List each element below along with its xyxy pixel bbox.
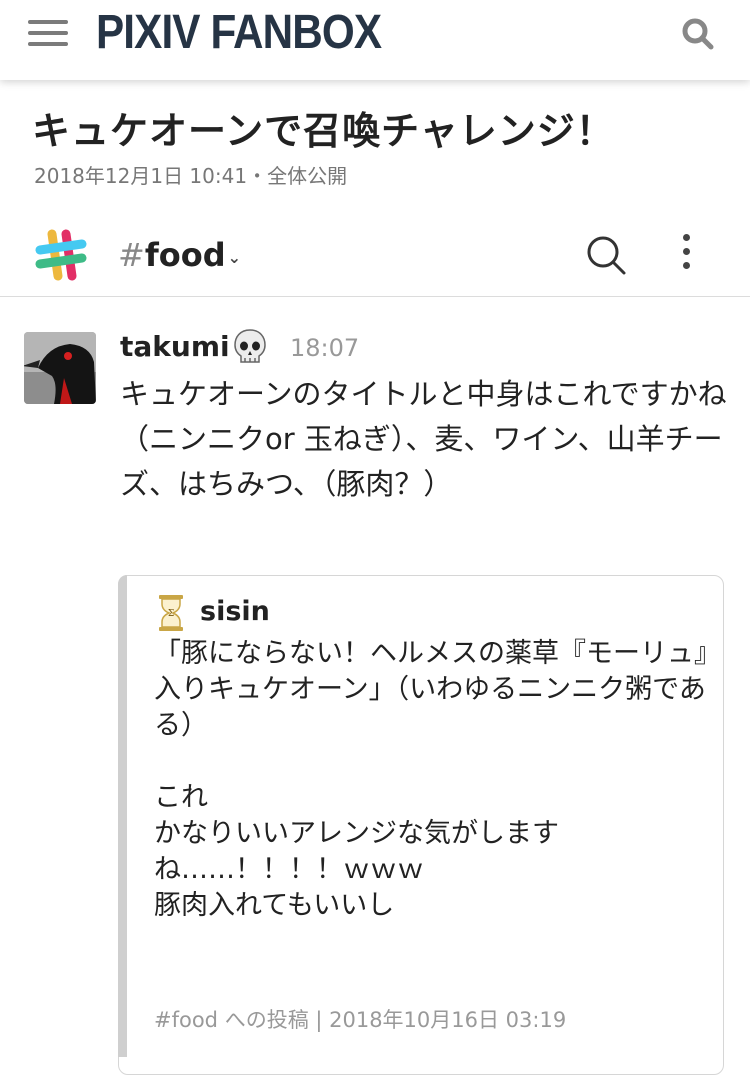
more-vertical-icon[interactable] [676, 234, 696, 276]
hourglass-avatar-icon: Σ [159, 595, 183, 631]
search-icon[interactable] [680, 16, 716, 52]
channel-hash: # [118, 236, 145, 274]
divider [0, 296, 750, 297]
message-text: キュケオーンのタイトルと中身はこれですかね （ニンニクor 玉ねぎ）、麦、ワイン… [120, 377, 727, 501]
shared-message-text: 「豚にならない！ヘルメスの薬草『モーリュ』入りキュケオーン」（いわゆるニンニク粥… [154, 638, 708, 921]
post-meta: 2018年12月1日 10:41・全体公開 [34, 164, 348, 188]
svg-text:Σ: Σ [168, 609, 174, 619]
page-title: キュケオーンで召喚チャレンジ！ [32, 109, 615, 153]
chevron-down-icon: ⌄ [227, 247, 242, 267]
shared-message-username[interactable]: sisin [200, 596, 270, 627]
skull-emoji-icon [234, 329, 266, 363]
channel-name: food [144, 236, 226, 274]
search-icon[interactable] [585, 234, 627, 276]
avatar[interactable] [24, 332, 96, 404]
quote-bar [118, 575, 127, 1057]
message-timestamp[interactable]: 18:07 [290, 334, 359, 362]
brand-logo[interactable]: PIXIV FANBOX [96, 5, 382, 60]
top-app-bar: PIXIV FANBOX [0, 0, 750, 80]
message-username[interactable]: takumi [120, 330, 230, 363]
slack-logo-icon [35, 229, 87, 281]
channel-selector[interactable]: #food ⌄ [118, 236, 241, 274]
hamburger-menu-icon[interactable] [28, 20, 68, 52]
shared-message-footer[interactable]: #food への投稿 | 2018年10月16日 03:19 [154, 1004, 566, 1034]
